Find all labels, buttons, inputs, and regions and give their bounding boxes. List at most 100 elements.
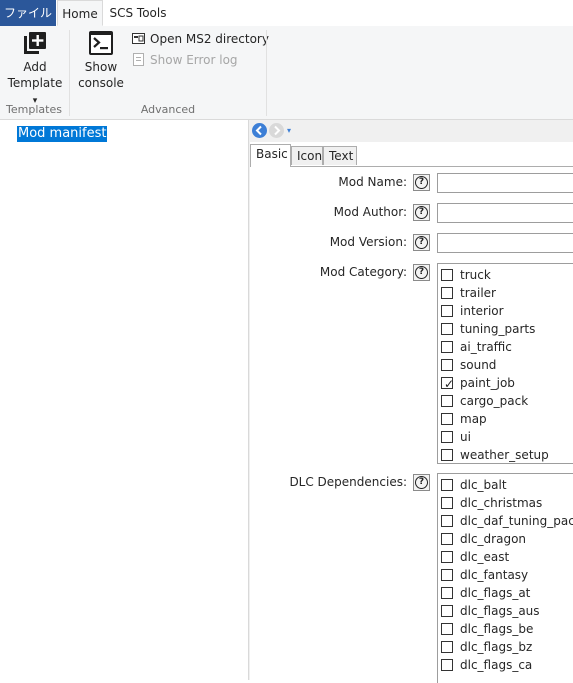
add-template-button[interactable]: Add Template ▾ [4, 30, 66, 109]
checkbox-label: sound [460, 358, 497, 372]
checkbox-label: dlc_dragon [460, 532, 527, 546]
property-tabs: Basic Icon Text [250, 144, 573, 167]
checkbox-label: dlc_east [460, 550, 510, 564]
mod-author-help-button[interactable]: ? [413, 204, 430, 221]
checkbox[interactable] [441, 449, 453, 461]
back-icon[interactable] [252, 123, 267, 138]
add-template-line2: Template [7, 76, 63, 90]
checkbox[interactable] [441, 569, 453, 581]
checkbox[interactable]: ✓ [441, 377, 454, 391]
checkbox[interactable] [441, 323, 453, 335]
mod-category-help-button[interactable]: ? [413, 264, 430, 281]
checkbox-label: trailer [460, 286, 496, 300]
help-icon: ? [415, 236, 428, 249]
checkbox[interactable] [441, 395, 453, 407]
checkbox-label: dlc_daf_tuning_pack [460, 514, 573, 528]
tab-scs-tools[interactable]: SCS Tools [106, 0, 170, 26]
open-ms2-directory-button[interactable]: Open MS2 directory [132, 30, 269, 48]
templates-group: Add Template ▾ Templates [0, 26, 68, 119]
checkbox[interactable] [441, 479, 453, 491]
open-ms2-label: Open MS2 directory [150, 32, 269, 46]
checkbox[interactable] [441, 623, 453, 635]
tab-file[interactable]: ファイル [0, 0, 56, 26]
add-template-line1: Add [23, 60, 47, 74]
tab-text[interactable]: Text [323, 146, 357, 165]
checkbox[interactable] [441, 641, 453, 653]
checkbox-label: cargo_pack [460, 394, 529, 408]
folder-icon [132, 32, 145, 45]
mod-name-label: Mod Name: [338, 175, 407, 189]
templates-group-label: Templates [6, 103, 62, 116]
tree-item-mod-manifest[interactable]: Mod manifest [17, 126, 108, 142]
dlc-dependencies-help-button[interactable]: ? [413, 474, 430, 491]
forward-icon[interactable] [269, 123, 284, 138]
help-icon: ? [415, 476, 428, 489]
tab-icon[interactable]: Icon [291, 146, 323, 165]
tab-basic[interactable]: Basic [250, 144, 291, 167]
help-icon: ? [415, 266, 428, 279]
checkbox[interactable] [441, 659, 453, 671]
checkmark-icon: ✓ [444, 377, 455, 391]
small-buttons: Open MS2 directory Show Error log [132, 30, 269, 70]
mod-author-label: Mod Author: [333, 205, 407, 219]
mod-version-label: Mod Version: [329, 235, 407, 249]
checkbox-label: dlc_christmas [460, 496, 543, 510]
checkbox[interactable] [441, 533, 453, 545]
checkbox-label: ai_traffic [460, 340, 512, 354]
tab-home[interactable]: Home [57, 0, 103, 26]
checkbox-label: truck [460, 268, 491, 282]
add-template-icon [22, 30, 48, 56]
advanced-group: Show console Open MS2 directory Show Err… [70, 26, 269, 119]
mod-version-help-button[interactable]: ? [413, 234, 430, 251]
property-panel: ▾ Basic Icon Text Mod Name: ? Mod Author… [250, 120, 573, 683]
checkbox-label: dlc_flags_bz [460, 640, 533, 654]
show-error-log-button[interactable]: Show Error log [132, 51, 238, 69]
checkbox[interactable] [441, 515, 453, 527]
checkbox[interactable] [441, 359, 453, 371]
show-console-line1: Show [84, 60, 118, 74]
checkbox-label: dlc_flags_ca [460, 658, 533, 672]
checkbox-label: dlc_fantasy [460, 568, 529, 582]
dlc-dependencies-list[interactable]: dlc_balt dlc_christmas dlc_daf_tuning_pack… [437, 473, 573, 683]
tree-panel: Mod manifest [0, 120, 248, 680]
checkbox-label: dlc_flags_aus [460, 604, 540, 618]
console-icon [88, 30, 114, 56]
mod-category-list[interactable]: truck trailer interior tuning_parts ai_traff… [437, 263, 573, 464]
checkbox-label: interior [460, 304, 504, 318]
checkbox[interactable] [441, 551, 453, 563]
group-divider [266, 30, 267, 116]
ribbon: Add Template ▾ Templates Show console Op… [0, 26, 573, 120]
help-icon: ? [415, 206, 428, 219]
history-dropdown-icon[interactable]: ▾ [287, 126, 291, 135]
log-icon [132, 53, 145, 66]
checkbox-label: weather_setup [460, 448, 549, 462]
mod-category-label: Mod Category: [319, 265, 407, 279]
checkbox-label: dlc_flags_be [460, 622, 534, 636]
checkbox[interactable] [441, 497, 453, 509]
checkbox-label: map [460, 412, 487, 426]
help-icon: ? [415, 176, 428, 189]
checkbox-label: ui [460, 430, 471, 444]
checkbox[interactable] [441, 269, 453, 281]
mod-name-input[interactable] [437, 173, 573, 193]
ribbon-tab-strip: ファイル Home SCS Tools [0, 0, 573, 27]
advanced-group-label: Advanced [140, 103, 196, 116]
checkbox-label: paint_job [460, 376, 515, 390]
checkbox[interactable] [441, 341, 453, 353]
checkbox[interactable] [441, 605, 453, 617]
checkbox[interactable] [441, 431, 453, 443]
show-console-button[interactable]: Show console [78, 30, 124, 91]
navigation-bar: ▾ [250, 120, 573, 142]
checkbox[interactable] [441, 287, 453, 299]
show-error-log-label: Show Error log [150, 53, 238, 67]
mod-name-help-button[interactable]: ? [413, 174, 430, 191]
checkbox-label: dlc_flags_at [460, 586, 531, 600]
dlc-dependencies-label: DLC Dependencies: [289, 475, 407, 489]
checkbox[interactable] [441, 587, 453, 599]
checkbox[interactable] [441, 305, 453, 317]
show-console-line2: console [78, 76, 124, 90]
mod-author-input[interactable] [437, 203, 573, 223]
checkbox-label: tuning_parts [460, 322, 536, 336]
checkbox[interactable] [441, 413, 453, 425]
mod-version-input[interactable] [437, 233, 573, 253]
